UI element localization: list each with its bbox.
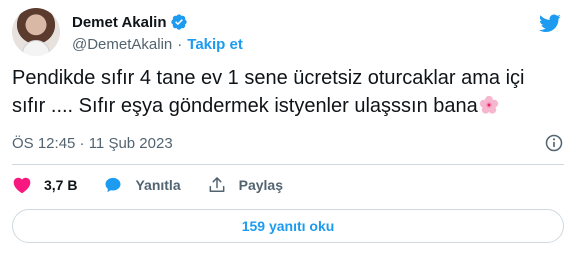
author-info: Demet Akalin @DemetAkalin · Takip et — [72, 12, 243, 54]
tweet-actions: 3,7 B Yanıtla Paylaş — [12, 174, 309, 196]
reply-button[interactable]: Yanıtla — [103, 175, 181, 195]
heart-icon — [13, 177, 31, 194]
read-replies-button[interactable]: 159 yanıtı oku — [12, 209, 564, 243]
twitter-bird-icon[interactable] — [538, 12, 562, 34]
like-button[interactable]: 3,7 B — [12, 175, 77, 195]
info-icon[interactable] — [544, 133, 564, 153]
tweet-text: Pendikde sıfır 4 tane ev 1 sene ücretsiz… — [12, 64, 552, 120]
separator-dot: · — [177, 35, 183, 53]
reply-bubble-icon — [105, 177, 121, 193]
divider — [12, 164, 564, 165]
share-button[interactable]: Paylaş — [207, 175, 283, 195]
like-count: 3,7 B — [44, 177, 78, 193]
tweet-timestamp[interactable]: ÖS 12:45 · 11 Şub 2023 — [12, 135, 173, 152]
tweet-text-line-1: Pendikde sıfır 4 tane ev 1 sene ücretsiz… — [12, 67, 525, 89]
author-handle[interactable]: @DemetAkalin — [72, 36, 172, 53]
tweet-card: Demet Akalin @DemetAkalin · Takip et Pen… — [0, 0, 576, 260]
cherry-blossom-icon — [479, 95, 498, 114]
tweet-header: Demet Akalin @DemetAkalin · Takip et — [12, 8, 564, 58]
reply-label: Yanıtla — [135, 177, 181, 193]
avatar-figure — [22, 40, 50, 56]
avatar[interactable] — [12, 8, 60, 56]
author-display-name[interactable]: Demet Akalin — [72, 14, 166, 31]
follow-button[interactable]: Takip et — [187, 36, 243, 53]
share-label: Paylaş — [238, 177, 283, 193]
tweet-meta: ÖS 12:45 · 11 Şub 2023 — [12, 132, 564, 154]
tweet-text-line-2: sıfır .... Sıfır eşya göndermek istyenle… — [12, 95, 478, 117]
verified-badge-icon — [171, 14, 188, 30]
share-icon — [209, 177, 225, 192]
